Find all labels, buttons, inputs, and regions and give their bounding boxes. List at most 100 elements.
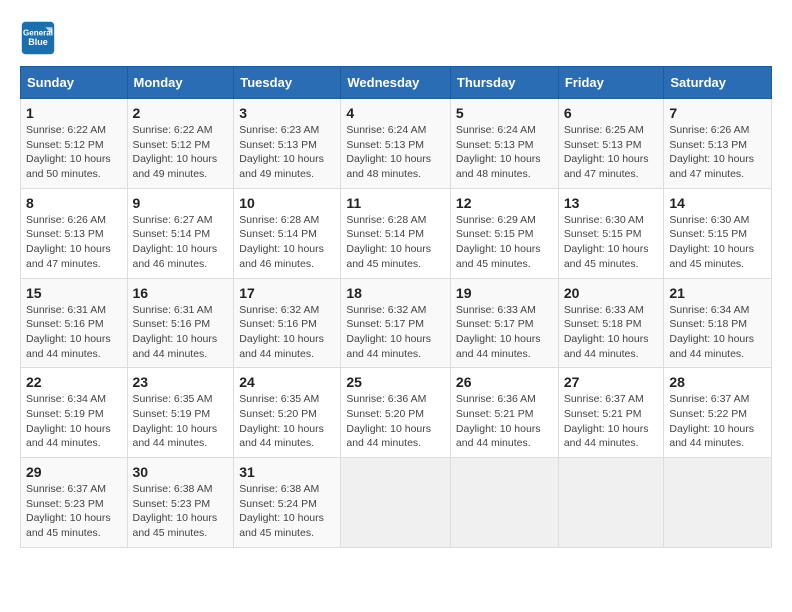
calendar-cell: 26 Sunrise: 6:36 AM Sunset: 5:21 PM Dayl…: [450, 368, 558, 458]
header-day-tuesday: Tuesday: [234, 67, 341, 99]
day-number: 9: [133, 195, 229, 211]
calendar-cell: 25 Sunrise: 6:36 AM Sunset: 5:20 PM Dayl…: [341, 368, 451, 458]
calendar-cell: 23 Sunrise: 6:35 AM Sunset: 5:19 PM Dayl…: [127, 368, 234, 458]
day-info: Sunrise: 6:23 AM Sunset: 5:13 PM Dayligh…: [239, 123, 335, 182]
day-info: Sunrise: 6:32 AM Sunset: 5:17 PM Dayligh…: [346, 303, 445, 362]
calendar-cell: 9 Sunrise: 6:27 AM Sunset: 5:14 PM Dayli…: [127, 188, 234, 278]
calendar-cell: 11 Sunrise: 6:28 AM Sunset: 5:14 PM Dayl…: [341, 188, 451, 278]
header-day-friday: Friday: [558, 67, 664, 99]
day-info: Sunrise: 6:37 AM Sunset: 5:23 PM Dayligh…: [26, 482, 122, 541]
day-info: Sunrise: 6:33 AM Sunset: 5:17 PM Dayligh…: [456, 303, 553, 362]
calendar-cell: 5 Sunrise: 6:24 AM Sunset: 5:13 PM Dayli…: [450, 99, 558, 189]
day-info: Sunrise: 6:36 AM Sunset: 5:21 PM Dayligh…: [456, 392, 553, 451]
day-info: Sunrise: 6:24 AM Sunset: 5:13 PM Dayligh…: [456, 123, 553, 182]
day-number: 18: [346, 285, 445, 301]
day-number: 4: [346, 105, 445, 121]
day-info: Sunrise: 6:32 AM Sunset: 5:16 PM Dayligh…: [239, 303, 335, 362]
calendar-cell: 4 Sunrise: 6:24 AM Sunset: 5:13 PM Dayli…: [341, 99, 451, 189]
day-info: Sunrise: 6:31 AM Sunset: 5:16 PM Dayligh…: [133, 303, 229, 362]
day-info: Sunrise: 6:35 AM Sunset: 5:20 PM Dayligh…: [239, 392, 335, 451]
calendar-cell: 2 Sunrise: 6:22 AM Sunset: 5:12 PM Dayli…: [127, 99, 234, 189]
week-row-3: 15 Sunrise: 6:31 AM Sunset: 5:16 PM Dayl…: [21, 278, 772, 368]
calendar-cell: 27 Sunrise: 6:37 AM Sunset: 5:21 PM Dayl…: [558, 368, 664, 458]
calendar-cell: 21 Sunrise: 6:34 AM Sunset: 5:18 PM Dayl…: [664, 278, 772, 368]
calendar-cell: 29 Sunrise: 6:37 AM Sunset: 5:23 PM Dayl…: [21, 458, 128, 548]
day-info: Sunrise: 6:26 AM Sunset: 5:13 PM Dayligh…: [669, 123, 766, 182]
day-info: Sunrise: 6:29 AM Sunset: 5:15 PM Dayligh…: [456, 213, 553, 272]
calendar-cell: 16 Sunrise: 6:31 AM Sunset: 5:16 PM Dayl…: [127, 278, 234, 368]
day-number: 1: [26, 105, 122, 121]
calendar-cell: 7 Sunrise: 6:26 AM Sunset: 5:13 PM Dayli…: [664, 99, 772, 189]
day-info: Sunrise: 6:26 AM Sunset: 5:13 PM Dayligh…: [26, 213, 122, 272]
calendar-cell: 19 Sunrise: 6:33 AM Sunset: 5:17 PM Dayl…: [450, 278, 558, 368]
calendar-cell: 20 Sunrise: 6:33 AM Sunset: 5:18 PM Dayl…: [558, 278, 664, 368]
calendar-table: SundayMondayTuesdayWednesdayThursdayFrid…: [20, 66, 772, 548]
day-info: Sunrise: 6:34 AM Sunset: 5:19 PM Dayligh…: [26, 392, 122, 451]
day-info: Sunrise: 6:25 AM Sunset: 5:13 PM Dayligh…: [564, 123, 659, 182]
calendar-cell: 31 Sunrise: 6:38 AM Sunset: 5:24 PM Dayl…: [234, 458, 341, 548]
logo: General Blue: [20, 20, 62, 56]
day-number: 31: [239, 464, 335, 480]
svg-text:Blue: Blue: [28, 37, 48, 47]
day-number: 12: [456, 195, 553, 211]
day-info: Sunrise: 6:37 AM Sunset: 5:22 PM Dayligh…: [669, 392, 766, 451]
day-number: 6: [564, 105, 659, 121]
day-info: Sunrise: 6:38 AM Sunset: 5:23 PM Dayligh…: [133, 482, 229, 541]
day-number: 24: [239, 374, 335, 390]
day-number: 17: [239, 285, 335, 301]
calendar-cell: 28 Sunrise: 6:37 AM Sunset: 5:22 PM Dayl…: [664, 368, 772, 458]
day-number: 28: [669, 374, 766, 390]
day-number: 7: [669, 105, 766, 121]
calendar-cell: 22 Sunrise: 6:34 AM Sunset: 5:19 PM Dayl…: [21, 368, 128, 458]
day-number: 26: [456, 374, 553, 390]
day-info: Sunrise: 6:24 AM Sunset: 5:13 PM Dayligh…: [346, 123, 445, 182]
day-number: 13: [564, 195, 659, 211]
day-info: Sunrise: 6:31 AM Sunset: 5:16 PM Dayligh…: [26, 303, 122, 362]
day-number: 20: [564, 285, 659, 301]
day-info: Sunrise: 6:28 AM Sunset: 5:14 PM Dayligh…: [239, 213, 335, 272]
header-day-sunday: Sunday: [21, 67, 128, 99]
day-number: 15: [26, 285, 122, 301]
day-number: 27: [564, 374, 659, 390]
day-info: Sunrise: 6:30 AM Sunset: 5:15 PM Dayligh…: [669, 213, 766, 272]
day-number: 25: [346, 374, 445, 390]
day-number: 11: [346, 195, 445, 211]
day-info: Sunrise: 6:38 AM Sunset: 5:24 PM Dayligh…: [239, 482, 335, 541]
header-day-wednesday: Wednesday: [341, 67, 451, 99]
week-row-4: 22 Sunrise: 6:34 AM Sunset: 5:19 PM Dayl…: [21, 368, 772, 458]
day-number: 8: [26, 195, 122, 211]
week-row-2: 8 Sunrise: 6:26 AM Sunset: 5:13 PM Dayli…: [21, 188, 772, 278]
day-info: Sunrise: 6:33 AM Sunset: 5:18 PM Dayligh…: [564, 303, 659, 362]
calendar-cell: 18 Sunrise: 6:32 AM Sunset: 5:17 PM Dayl…: [341, 278, 451, 368]
day-info: Sunrise: 6:22 AM Sunset: 5:12 PM Dayligh…: [133, 123, 229, 182]
week-row-1: 1 Sunrise: 6:22 AM Sunset: 5:12 PM Dayli…: [21, 99, 772, 189]
day-number: 23: [133, 374, 229, 390]
header-row: SundayMondayTuesdayWednesdayThursdayFrid…: [21, 67, 772, 99]
day-info: Sunrise: 6:27 AM Sunset: 5:14 PM Dayligh…: [133, 213, 229, 272]
day-info: Sunrise: 6:30 AM Sunset: 5:15 PM Dayligh…: [564, 213, 659, 272]
calendar-cell: 30 Sunrise: 6:38 AM Sunset: 5:23 PM Dayl…: [127, 458, 234, 548]
day-number: 2: [133, 105, 229, 121]
day-info: Sunrise: 6:28 AM Sunset: 5:14 PM Dayligh…: [346, 213, 445, 272]
calendar-cell: 14 Sunrise: 6:30 AM Sunset: 5:15 PM Dayl…: [664, 188, 772, 278]
day-number: 3: [239, 105, 335, 121]
day-number: 29: [26, 464, 122, 480]
day-number: 5: [456, 105, 553, 121]
page-container: General Blue SundayMondayTuesdayWednesda…: [20, 20, 772, 548]
calendar-cell: [558, 458, 664, 548]
calendar-cell: 15 Sunrise: 6:31 AM Sunset: 5:16 PM Dayl…: [21, 278, 128, 368]
calendar-cell: [341, 458, 451, 548]
day-info: Sunrise: 6:34 AM Sunset: 5:18 PM Dayligh…: [669, 303, 766, 362]
day-number: 21: [669, 285, 766, 301]
day-number: 30: [133, 464, 229, 480]
day-number: 19: [456, 285, 553, 301]
calendar-cell: 6 Sunrise: 6:25 AM Sunset: 5:13 PM Dayli…: [558, 99, 664, 189]
day-number: 16: [133, 285, 229, 301]
day-info: Sunrise: 6:36 AM Sunset: 5:20 PM Dayligh…: [346, 392, 445, 451]
day-number: 14: [669, 195, 766, 211]
day-info: Sunrise: 6:22 AM Sunset: 5:12 PM Dayligh…: [26, 123, 122, 182]
day-number: 10: [239, 195, 335, 211]
calendar-cell: [664, 458, 772, 548]
header-day-thursday: Thursday: [450, 67, 558, 99]
day-info: Sunrise: 6:35 AM Sunset: 5:19 PM Dayligh…: [133, 392, 229, 451]
